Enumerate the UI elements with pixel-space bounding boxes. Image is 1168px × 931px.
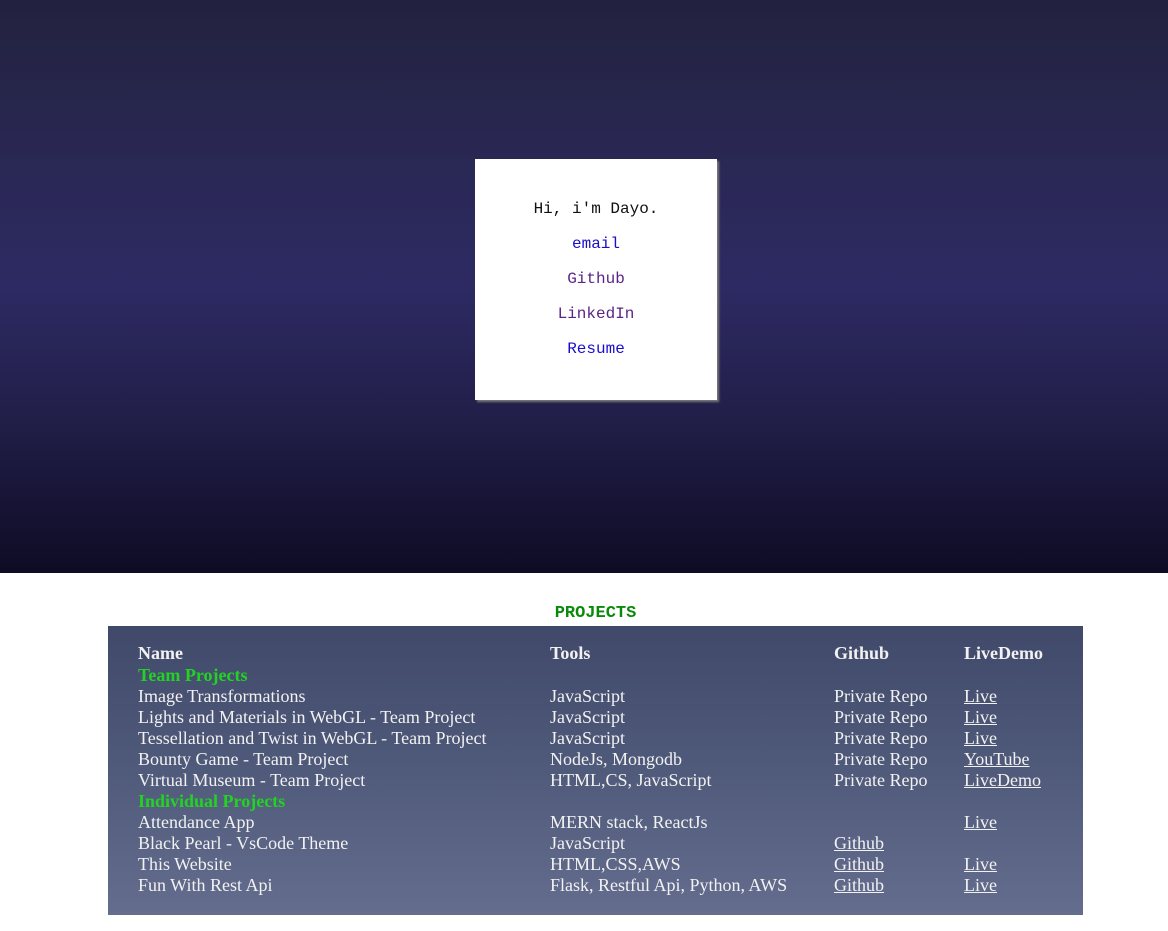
project-name: This Website (138, 854, 232, 874)
projects-table-panel: Name Tools Github LiveDemo Team Projects… (108, 626, 1083, 915)
project-name: Fun With Rest Api (138, 875, 273, 895)
project-name: Image Transformations (138, 686, 306, 706)
project-tools: MERN stack, ReactJs (550, 812, 708, 832)
github-repo-link[interactable]: Github (834, 833, 884, 853)
table-row: Tessellation and Twist in WebGL - Team P… (136, 728, 1056, 749)
table-row: This Website HTML,CSS,AWS Github Live (136, 854, 1056, 875)
project-github: Private Repo (834, 686, 928, 706)
table-header-row: Name Tools Github LiveDemo (136, 643, 1056, 665)
project-name: Bounty Game - Team Project (138, 749, 349, 769)
project-tools: HTML,CSS,AWS (550, 854, 681, 874)
project-github (832, 812, 962, 833)
project-tools: JavaScript (550, 707, 625, 727)
github-link[interactable]: Github (475, 270, 717, 288)
table-row: Attendance App MERN stack, ReactJs Live (136, 812, 1056, 833)
table-row: Bounty Game - Team Project NodeJs, Mongo… (136, 749, 1056, 770)
email-link[interactable]: email (475, 235, 717, 253)
project-github: Private Repo (834, 707, 928, 727)
projects-heading: PROJECTS (554, 604, 637, 623)
group-row-individual: Individual Projects (136, 791, 1056, 812)
header-github: Github (834, 643, 890, 663)
project-tools: JavaScript (550, 686, 625, 706)
project-name: Black Pearl - VsCode Theme (138, 833, 349, 853)
project-name: Attendance App (138, 812, 255, 832)
hero-section: Hi, i'm Dayo. email Github LinkedIn Resu… (0, 0, 1168, 573)
project-tools: Flask, Restful Api, Python, AWS (550, 875, 788, 895)
projects-table: Name Tools Github LiveDemo Team Projects… (136, 643, 1056, 896)
project-live-empty (962, 833, 1056, 854)
group-label-team: Team Projects (138, 665, 248, 685)
greeting-text: Hi, i'm Dayo. (533, 200, 659, 218)
project-name: Lights and Materials in WebGL - Team Pro… (138, 707, 476, 727)
linkedin-link[interactable]: LinkedIn (475, 305, 717, 323)
intro-card: Hi, i'm Dayo. email Github LinkedIn Resu… (475, 159, 717, 400)
live-link[interactable]: Live (964, 728, 997, 748)
project-name: Virtual Museum - Team Project (138, 770, 366, 790)
table-row: Virtual Museum - Team Project HTML,CS, J… (136, 770, 1056, 791)
project-name: Tessellation and Twist in WebGL - Team P… (138, 728, 487, 748)
table-row: Image Transformations JavaScript Private… (136, 686, 1056, 707)
project-github: Private Repo (834, 728, 928, 748)
live-link[interactable]: Live (964, 875, 997, 895)
project-tools: JavaScript (550, 728, 625, 748)
project-github: Private Repo (834, 749, 928, 769)
project-github: Private Repo (834, 770, 928, 790)
github-repo-link[interactable]: Github (834, 854, 884, 874)
header-name: Name (138, 643, 183, 663)
project-tools: NodeJs, Mongodb (550, 749, 683, 769)
resume-link[interactable]: Resume (475, 340, 717, 358)
table-row: Fun With Rest Api Flask, Restful Api, Py… (136, 875, 1056, 896)
youtube-link[interactable]: YouTube (964, 749, 1030, 769)
table-row: Lights and Materials in WebGL - Team Pro… (136, 707, 1056, 728)
group-row-team: Team Projects (136, 665, 1056, 686)
live-link[interactable]: Live (964, 686, 997, 706)
project-tools: JavaScript (550, 833, 625, 853)
livedemo-link[interactable]: LiveDemo (964, 770, 1041, 790)
live-link[interactable]: Live (964, 854, 997, 874)
group-label-individual: Individual Projects (138, 791, 286, 811)
header-livedemo: LiveDemo (964, 643, 1043, 663)
table-row: Black Pearl - VsCode Theme JavaScript Gi… (136, 833, 1056, 854)
project-tools: HTML,CS, JavaScript (550, 770, 712, 790)
live-link[interactable]: Live (964, 812, 997, 832)
live-link[interactable]: Live (964, 707, 997, 727)
header-tools: Tools (550, 643, 591, 663)
github-repo-link[interactable]: Github (834, 875, 884, 895)
